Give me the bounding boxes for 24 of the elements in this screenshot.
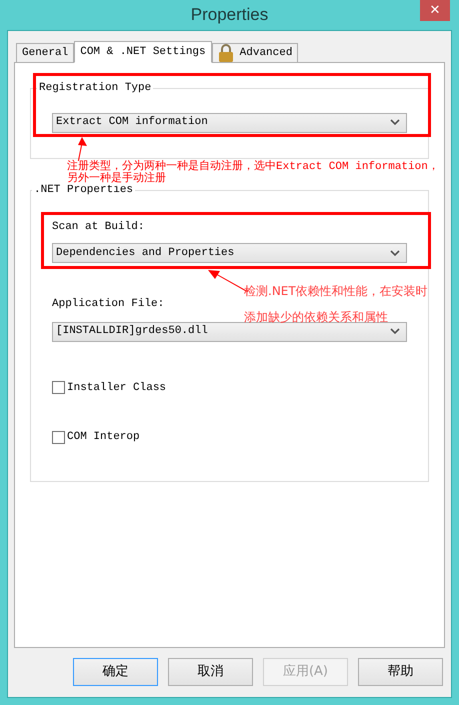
group-title: Registration Type [38,81,152,96]
tab[interactable]: Advanced [212,43,298,62]
annotation-text: 添加缺少的依赖关系和属性 [244,310,389,324]
checkbox-label: Installer Class [67,380,166,396]
chevron-down-icon [390,250,400,256]
dropdown[interactable]: Dependencies and Properties [52,243,407,263]
dropdown[interactable]: [INSTALLDIR]grdes50.dll [52,322,407,342]
dialog-button[interactable]: 取消 [168,658,253,686]
tab[interactable]: COM & .NET Settings [74,41,212,63]
dialog-button[interactable]: 帮助 [358,658,443,686]
field-label: Application File: [52,297,166,312]
chevron-down-icon [390,328,400,335]
window-title: Properties [190,4,268,26]
annotation-text: 检测.NET依赖性和性能，在安装时 [244,284,428,298]
checkbox[interactable] [52,430,65,444]
dropdown[interactable]: Extract COM information [52,112,407,132]
close-button[interactable]: ✕ [420,0,450,21]
dialog-button[interactable]: 确定 [73,658,158,686]
checkbox[interactable] [52,381,65,394]
chevron-down-icon [390,119,400,126]
field-label: Scan at Build: [52,220,146,234]
checkbox-label: COM Interop [67,430,140,445]
tab[interactable]: General [16,43,74,62]
group-title: .NET Properties [33,183,134,198]
